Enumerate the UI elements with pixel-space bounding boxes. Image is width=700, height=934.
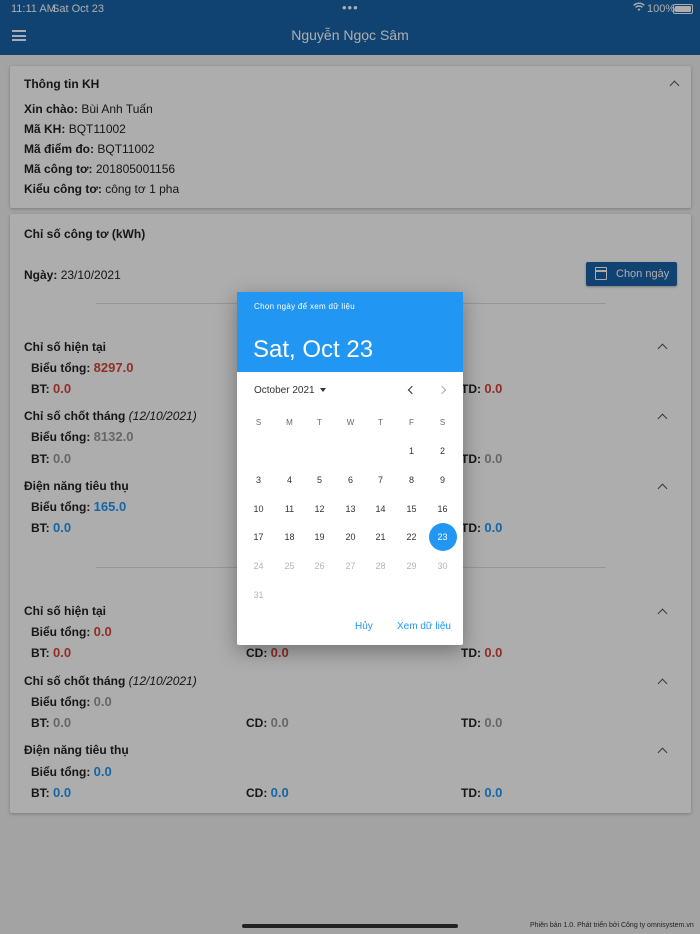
calendar-day[interactable]: 12: [306, 495, 334, 523]
weekday-header: T: [378, 418, 383, 427]
calendar-day[interactable]: 17: [245, 523, 273, 551]
calendar-day[interactable]: 8: [398, 466, 426, 494]
calendar-day: 26: [314, 561, 325, 572]
calendar-day: 27: [345, 561, 356, 572]
home-indicator: [242, 924, 458, 928]
calendar-day: 25: [284, 561, 295, 572]
calendar-day[interactable]: 4: [276, 466, 304, 494]
calendar-day[interactable]: 19: [306, 523, 334, 551]
calendar-day[interactable]: 5: [306, 466, 334, 494]
calendar-day[interactable]: 21: [367, 523, 395, 551]
weekday-header: S: [255, 418, 262, 427]
calendar-day[interactable]: 18: [276, 523, 304, 551]
calendar-day[interactable]: 3: [245, 466, 273, 494]
dropdown-arrow-icon: [319, 388, 326, 393]
next-month-icon[interactable]: [437, 385, 447, 395]
calendar-day: 30: [437, 561, 448, 572]
weekday-header: S: [439, 418, 446, 427]
calendar-day: 28: [375, 561, 386, 572]
calendar-day[interactable]: 20: [337, 523, 365, 551]
calendar-day[interactable]: 2: [429, 437, 457, 465]
calendar-day[interactable]: 15: [398, 495, 426, 523]
calendar-day[interactable]: 13: [337, 495, 365, 523]
date-picker-dialog: Chọn ngày để xem dữ liệu Sat, Oct 23 Oct…: [237, 292, 463, 645]
calendar-day-selected[interactable]: 23: [428, 523, 457, 552]
month-year-selector[interactable]: October 2021: [254, 385, 326, 396]
calendar-day[interactable]: 7: [367, 466, 395, 494]
weekday-header: T: [317, 418, 322, 427]
calendar-day[interactable]: 6: [337, 466, 365, 494]
weekday-header: F: [409, 418, 414, 427]
view-data-button[interactable]: Xem dữ liệu: [397, 621, 451, 632]
calendar-day: 24: [253, 561, 264, 572]
cancel-button[interactable]: Hủy: [355, 621, 373, 632]
calendar-day[interactable]: 22: [398, 523, 426, 551]
calendar-day: 29: [406, 561, 417, 572]
date-picker-header: Chọn ngày để xem dữ liệu Sat, Oct 23: [237, 292, 463, 372]
calendar-day[interactable]: 14: [367, 495, 395, 523]
calendar-day[interactable]: 9: [429, 466, 457, 494]
selected-date-display: Sat, Oct 23: [253, 336, 374, 363]
weekday-header: M: [286, 418, 293, 427]
calendar-day[interactable]: 16: [429, 495, 457, 523]
calendar-day[interactable]: 11: [276, 495, 304, 523]
calendar-day[interactable]: 1: [398, 437, 426, 465]
weekday-header: W: [346, 418, 355, 427]
date-picker-help-text: Chọn ngày để xem dữ liệu: [254, 302, 356, 311]
previous-month-icon[interactable]: [407, 385, 417, 395]
calendar-day[interactable]: 10: [245, 495, 273, 523]
calendar-day: 31: [253, 590, 264, 600]
